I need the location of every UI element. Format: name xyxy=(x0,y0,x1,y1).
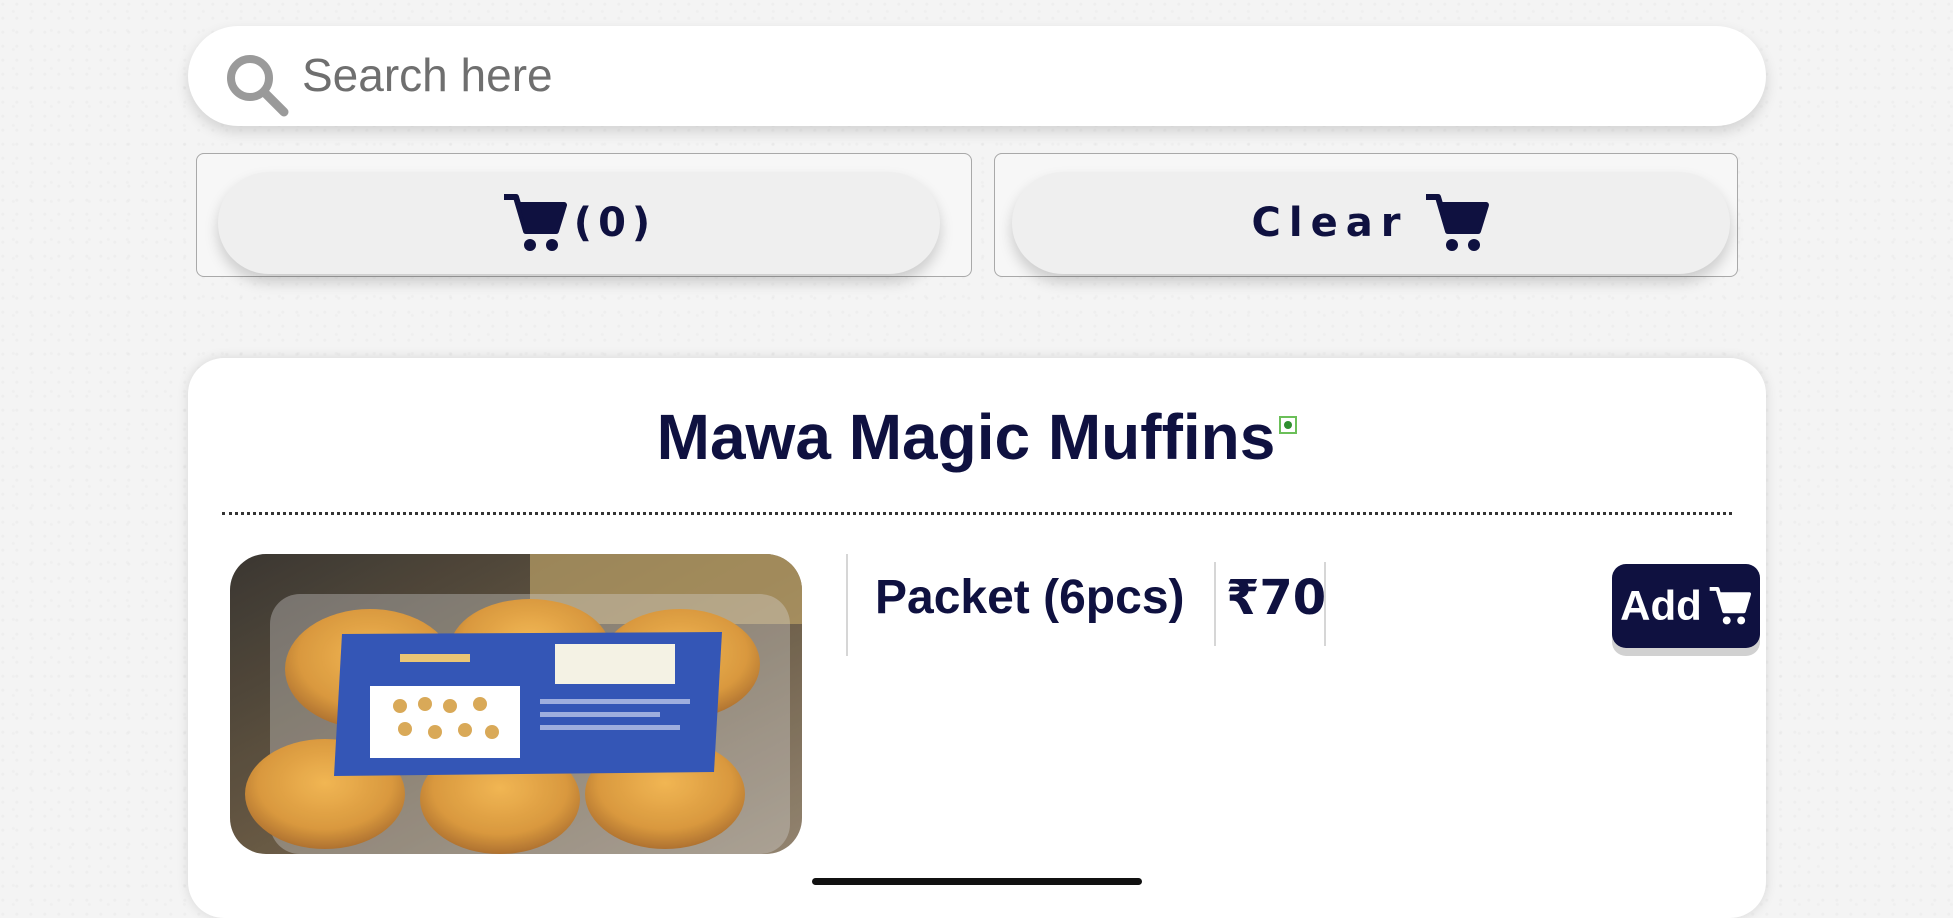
cart-count: (0) xyxy=(573,200,657,246)
home-indicator[interactable] xyxy=(812,878,1142,885)
separator xyxy=(846,554,848,656)
divider xyxy=(222,512,1732,515)
cart-icon xyxy=(1709,586,1751,625)
cart-icon xyxy=(1426,194,1490,251)
product-card: Mawa Magic Muffins Packet (6pcs) ₹70 Add xyxy=(188,358,1766,918)
cart-icon xyxy=(503,194,567,251)
separator xyxy=(1324,562,1326,646)
add-label: Add xyxy=(1620,582,1702,629)
clear-cart-label: Clear xyxy=(1251,200,1409,246)
muffin-pack-photo xyxy=(230,554,802,854)
variant-name: Packet (6pcs) xyxy=(875,571,1185,624)
variant-price: ₹70 xyxy=(1226,570,1327,626)
product-title: Mawa Magic Muffins xyxy=(656,401,1276,473)
search-input[interactable] xyxy=(300,44,1704,106)
veg-indicator-icon xyxy=(1279,416,1298,434)
view-cart-button[interactable]: (0) xyxy=(218,172,940,274)
search-icon xyxy=(227,55,289,117)
separator xyxy=(1214,562,1216,646)
product-title-row: Mawa Magic Muffins xyxy=(188,400,1766,474)
clear-cart-button[interactable]: Clear xyxy=(1012,172,1730,274)
add-to-cart-button[interactable]: Add xyxy=(1612,564,1760,648)
search-bar[interactable] xyxy=(188,26,1766,126)
product-image xyxy=(230,554,802,854)
